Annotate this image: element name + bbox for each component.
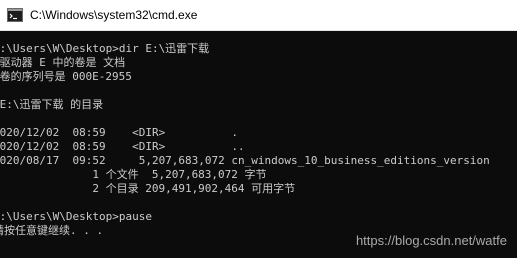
console-line: 驱动器 E 中的卷是 文档: [0, 56, 126, 69]
console-output[interactable]: C:\Users\W\Desktop>dir E:\迅雷下载 驱动器 E 中的卷…: [0, 31, 517, 258]
window-title: C:\Windows\system32\cmd.exe: [30, 8, 198, 22]
console-line: 1 个文件 5,207,683,072 字节: [0, 168, 267, 181]
cmd-icon: [7, 8, 23, 22]
console-line: 2020/08/17 09:52 5,207,683,072 cn_window…: [0, 154, 490, 167]
title-bar[interactable]: C:\Windows\system32\cmd.exe: [0, 0, 517, 31]
console-line: 请按任意键继续. . .: [0, 224, 104, 237]
console-line: 卷的序列号是 000E-2955: [0, 70, 132, 83]
console-line: E:\迅雷下载 的目录: [0, 98, 104, 111]
console-line: C:\Users\W\Desktop>pause: [0, 210, 152, 223]
cmd-window: C:\Windows\system32\cmd.exe C:\Users\W\D…: [0, 0, 517, 258]
watermark: https://blog.csdn.net/watfe: [355, 233, 507, 248]
console-line: C:\Users\W\Desktop>dir E:\迅雷下载: [0, 42, 210, 55]
console-line: 2020/12/02 08:59 <DIR> ..: [0, 140, 245, 153]
console-line: 2020/12/02 08:59 <DIR> .: [0, 126, 239, 139]
console-line: 2 个目录 209,491,902,464 可用字节: [0, 182, 296, 195]
